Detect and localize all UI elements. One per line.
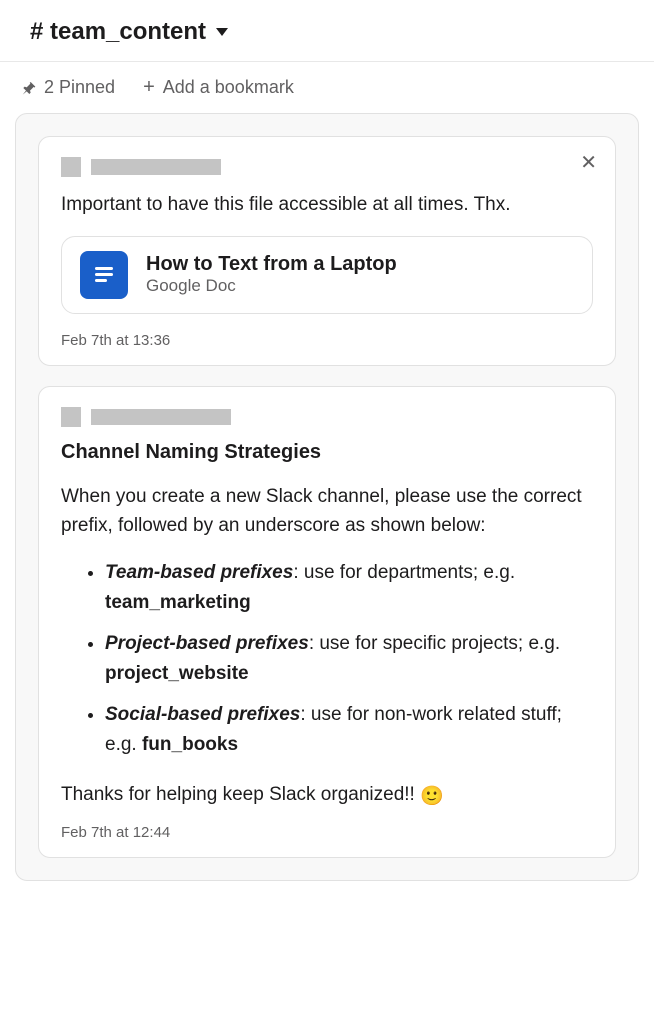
pinned-message-card[interactable]: ✕ Important to have this file accessible… — [38, 136, 616, 366]
author-name-redacted — [91, 159, 221, 175]
prefix-example: team_marketing — [105, 592, 251, 613]
avatar — [61, 407, 81, 427]
message-timestamp: Feb 7th at 12:44 — [61, 824, 593, 841]
message-heading: Channel Naming Strategies — [61, 441, 593, 464]
prefix-example: fun_books — [142, 734, 238, 755]
author-name-redacted — [91, 409, 231, 425]
smile-emoji: 🙂 — [420, 783, 444, 812]
prefix-name: Social-based prefixes — [105, 704, 300, 725]
pinned-message-card[interactable]: Channel Naming Strategies When you creat… — [38, 386, 616, 858]
prefix-desc: : use for departments; e.g. — [293, 562, 515, 583]
attachment-title: How to Text from a Laptop — [146, 253, 397, 276]
prefix-name: Team-based prefixes — [105, 562, 293, 583]
list-item: Social-based prefixes: use for non-work … — [105, 700, 593, 759]
pinned-button[interactable]: 2 Pinned — [20, 77, 115, 98]
prefix-name: Project-based prefixes — [105, 633, 309, 654]
pinned-count-label: 2 Pinned — [44, 77, 115, 98]
pinned-messages-panel: ✕ Important to have this file accessible… — [15, 113, 639, 881]
message-author-row — [61, 407, 593, 427]
pin-icon — [20, 80, 36, 96]
add-bookmark-label: Add a bookmark — [163, 77, 294, 98]
message-intro: When you create a new Slack channel, ple… — [61, 482, 593, 541]
close-icon[interactable]: ✕ — [580, 153, 597, 173]
channel-title-button[interactable]: # team_content — [30, 18, 624, 46]
prefix-list: Team-based prefixes: use for departments… — [61, 558, 593, 759]
prefix-desc: : use for specific projects; e.g. — [309, 633, 560, 654]
message-timestamp: Feb 7th at 13:36 — [61, 332, 593, 349]
plus-icon: + — [143, 76, 155, 99]
list-item: Project-based prefixes: use for specific… — [105, 629, 593, 688]
message-text: Important to have this file accessible a… — [61, 191, 593, 220]
add-bookmark-button[interactable]: + Add a bookmark — [143, 76, 294, 99]
chevron-down-icon — [216, 28, 228, 36]
message-author-row — [61, 157, 593, 177]
attachment-subtitle: Google Doc — [146, 276, 397, 296]
channel-header: # team_content — [0, 0, 654, 61]
channel-toolbar: 2 Pinned + Add a bookmark — [0, 62, 654, 113]
doc-icon — [80, 251, 128, 299]
file-attachment[interactable]: How to Text from a Laptop Google Doc — [61, 236, 593, 314]
channel-name: # team_content — [30, 18, 206, 46]
list-item: Team-based prefixes: use for departments… — [105, 558, 593, 617]
prefix-example: project_website — [105, 663, 249, 684]
avatar — [61, 157, 81, 177]
message-closing: Thanks for helping keep Slack organized!… — [61, 781, 593, 812]
closing-text-content: Thanks for helping keep Slack organized!… — [61, 784, 420, 805]
